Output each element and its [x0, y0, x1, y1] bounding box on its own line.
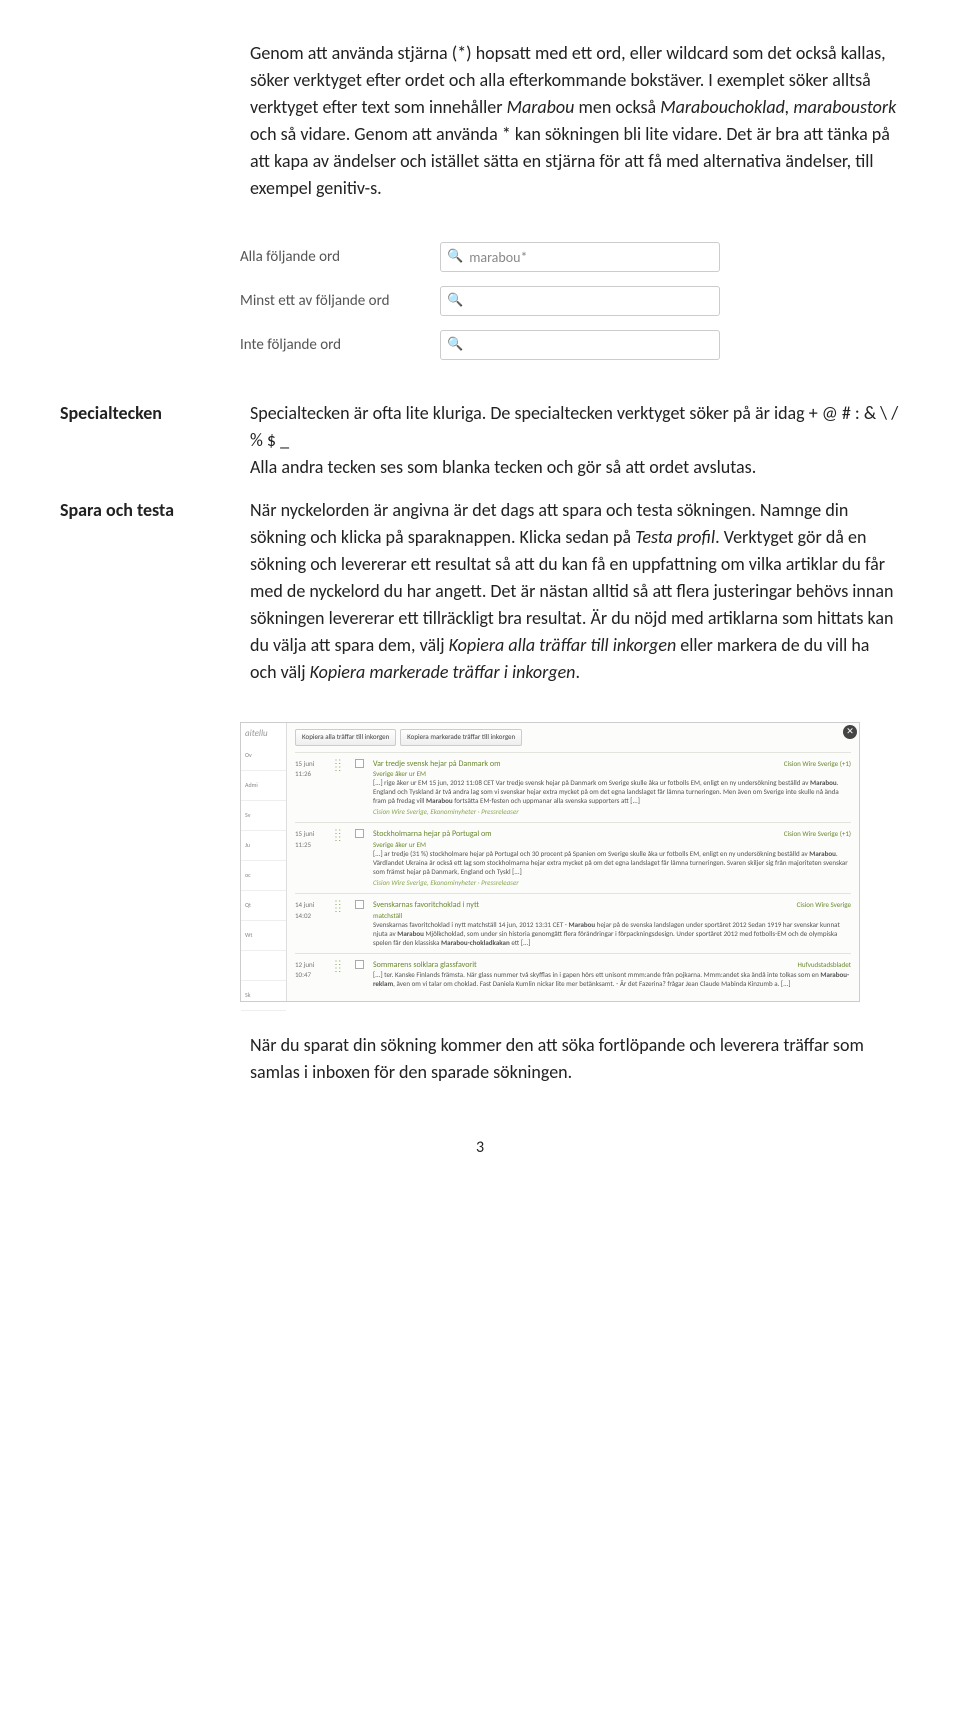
- copy-marked-button[interactable]: Kopiera markerade träffar till inkorgen: [400, 729, 522, 746]
- brand-logo: aitellu: [241, 727, 286, 741]
- article-title[interactable]: Svenskarnas favoritchoklad i nytt: [373, 900, 479, 910]
- search-input-any[interactable]: 🔍: [440, 286, 720, 316]
- article-title[interactable]: Stockholmarna hejar på Portugal om: [373, 829, 492, 839]
- section-label-specialtecken: Specialtecken: [60, 400, 220, 497]
- specialtecken-paragraph: Specialtecken är ofta lite kluriga. De s…: [250, 400, 900, 481]
- sidebar-item[interactable]: Qt: [241, 891, 286, 921]
- article-excerpt: [...] rige åker ur EM 15 jun, 2012 11:08…: [373, 778, 851, 805]
- drag-icon: ∷∷: [335, 829, 349, 887]
- article-row[interactable]: 14 juni14:02∷∷ Svenskarnas favoritchoklad…: [295, 893, 851, 953]
- article-row[interactable]: 15 juni11:26∷∷ Var tredje svensk hejar på…: [295, 752, 851, 823]
- sidebar-item[interactable]: Ov: [241, 741, 286, 771]
- section-label-spara: Spara och testa: [60, 497, 220, 702]
- search-input-all[interactable]: 🔍 marabou*: [440, 242, 720, 272]
- article-checkbox[interactable]: [355, 759, 367, 817]
- sidebar-item[interactable]: Sk: [241, 981, 286, 1011]
- article-row[interactable]: 15 juni11:25∷∷ Stockholmarna hejar på Por…: [295, 822, 851, 893]
- drag-icon: ∷∷: [335, 759, 349, 817]
- search-label-all: Alla följande ord: [240, 246, 440, 269]
- article-subtitle: matchställ: [373, 911, 402, 920]
- article-source: Hufvudstadsbladet: [797, 960, 851, 970]
- search-label-any: Minst ett av följande ord: [240, 290, 440, 313]
- magnifier-icon: 🔍: [447, 335, 463, 355]
- screenshot-sidebar: aitellu OvAdmiSvJuocQtWtSk: [241, 723, 287, 1001]
- article-title[interactable]: Sommarens solklara glassfavorit: [373, 960, 477, 970]
- closing-paragraph: När du sparat din sökning kommer den att…: [250, 1032, 900, 1086]
- article-checkbox[interactable]: [355, 829, 367, 887]
- article-title[interactable]: Var tredje svensk hejar på Danmark om: [373, 759, 500, 769]
- sidebar-item[interactable]: Wt: [241, 921, 286, 951]
- article-meta: Cision Wire Sverige, Ekonominyheter · Pr…: [373, 878, 851, 887]
- article-source: Cision Wire Sverige (+1): [784, 759, 851, 778]
- article-excerpt: [...] ter. Kanske Finlands främsta. När …: [373, 970, 851, 988]
- sidebar-item[interactable]: Sv: [241, 801, 286, 831]
- magnifier-icon: 🔍: [447, 247, 463, 267]
- article-date: 12 juni10:47: [295, 960, 329, 989]
- article-row[interactable]: 12 juni10:47∷∷ Sommarens solklara glassfa…: [295, 953, 851, 995]
- sidebar-item[interactable]: [241, 951, 286, 981]
- article-subtitle: Sverige åker ur EM: [373, 840, 426, 849]
- article-checkbox[interactable]: [355, 960, 367, 989]
- results-screenshot: ✕ aitellu OvAdmiSvJuocQtWtSk Kopiera all…: [240, 722, 860, 1002]
- sidebar-item[interactable]: Admi: [241, 771, 286, 801]
- article-checkbox[interactable]: [355, 900, 367, 947]
- drag-icon: ∷∷: [335, 960, 349, 989]
- search-input-not[interactable]: 🔍: [440, 330, 720, 360]
- magnifier-icon: 🔍: [447, 291, 463, 311]
- article-meta: Cision Wire Sverige, Ekonominyheter · Pr…: [373, 807, 851, 816]
- intro-paragraph: Genom att använda stjärna (*) hopsatt me…: [250, 40, 900, 202]
- article-source: Cision Wire Sverige (+1): [784, 829, 851, 848]
- article-date: 14 juni14:02: [295, 900, 329, 947]
- search-label-not: Inte följande ord: [240, 334, 440, 357]
- article-subtitle: Sverige åker ur EM: [373, 769, 426, 778]
- page-number: 3: [60, 1136, 900, 1160]
- article-excerpt: [...] ar tredje (31 %) stockholmare heja…: [373, 849, 851, 876]
- spara-paragraph: När nyckelorden är angivna är det dags a…: [250, 497, 900, 686]
- article-date: 15 juni11:26: [295, 759, 329, 817]
- close-icon[interactable]: ✕: [843, 725, 857, 739]
- article-date: 15 juni11:25: [295, 829, 329, 887]
- article-source: Cision Wire Sverige: [797, 900, 851, 919]
- article-excerpt: Svenskarnas favoritchoklad i nytt matchs…: [373, 920, 851, 947]
- drag-icon: ∷∷: [335, 900, 349, 947]
- sidebar-item[interactable]: oc: [241, 861, 286, 891]
- sidebar-item[interactable]: Ju: [241, 831, 286, 861]
- copy-all-button[interactable]: Kopiera alla träffar till inkorgen: [295, 729, 396, 746]
- search-value-all: marabou*: [469, 247, 527, 268]
- search-form-illustration: Alla följande ord 🔍 marabou* Minst ett a…: [60, 242, 900, 360]
